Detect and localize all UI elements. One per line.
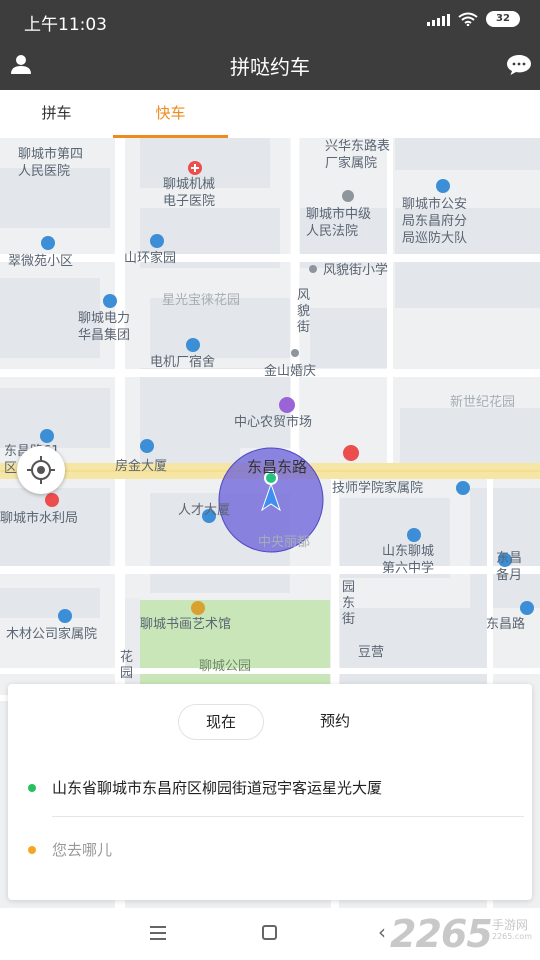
signal-icon xyxy=(427,12,450,26)
wifi-icon xyxy=(458,12,478,26)
poi-label: 星光宝徕花园 xyxy=(162,293,241,308)
status-time: 上午11:03 xyxy=(24,15,107,35)
system-nav-bar: ‹ 2265 手游网 2265.com xyxy=(0,908,540,960)
tab-express[interactable]: 快车 xyxy=(113,90,228,138)
divider xyxy=(52,816,524,817)
tab-carpool[interactable]: 拼车 xyxy=(0,90,113,138)
watermark-en: 2265.com xyxy=(492,932,532,941)
poi-label: 新世纪花园 xyxy=(450,395,516,410)
home-icon[interactable] xyxy=(262,925,277,940)
poi-label: 中心农贸市场 xyxy=(234,415,313,430)
road-label: 东昌东路 xyxy=(247,458,308,476)
poi-label: 人才大厦 xyxy=(178,503,231,518)
poi-label: 房金大厦 xyxy=(115,459,168,474)
locate-button[interactable] xyxy=(17,446,65,494)
page-title: 拼哒约车 xyxy=(230,55,310,79)
destination-dot-icon xyxy=(28,846,36,854)
poi-label: 聊城机械 电子医院 xyxy=(163,177,216,209)
poi-label: 聊城市水利局 xyxy=(0,511,79,526)
poi-label: 豆营 xyxy=(358,645,385,660)
poi-label: 聊城书画艺术馆 xyxy=(140,617,232,632)
battery-icon: 32 xyxy=(486,11,520,27)
poi-label: 聊城市公安 局东昌府分 局巡防大队 xyxy=(402,197,468,246)
crosshair-icon xyxy=(27,456,55,484)
menu-icon[interactable] xyxy=(150,926,166,940)
tab-bar: 拼车 快车 xyxy=(0,90,540,138)
reserve-button[interactable]: 预约 xyxy=(292,704,378,740)
back-icon[interactable]: ‹ xyxy=(378,920,386,944)
poi-label: 技师学院家属院 xyxy=(332,481,424,496)
poi-label: 木材公司家属院 xyxy=(6,627,98,642)
now-button[interactable]: 现在 xyxy=(178,704,264,740)
poi-label: 山环家园 xyxy=(124,251,177,266)
status-bar: 上午11:03 32 xyxy=(0,0,540,40)
poi-label: 兴华东路表 厂家属院 xyxy=(325,139,391,171)
poi-label: 东昌路 xyxy=(486,617,526,632)
poi-label: 聊城市第四 人民医院 xyxy=(18,147,84,179)
status-icons: 32 xyxy=(427,11,520,27)
poi-label: 电机厂宿舍 xyxy=(150,355,216,370)
poi-label: 聊城公园 xyxy=(199,659,252,674)
message-icon[interactable] xyxy=(506,53,532,77)
poi-label: 中央丽都 xyxy=(258,535,311,550)
street-label: 花园 xyxy=(120,650,134,681)
poi-label: 聊城电力 华昌集团 xyxy=(78,311,131,343)
street-label: 园东街 xyxy=(342,580,356,627)
watermark-cn: 手游网 xyxy=(492,918,529,932)
poi-label: 金山婚庆 xyxy=(264,364,317,379)
poi-label: 翠微苑小区 xyxy=(8,254,74,269)
origin-field[interactable]: 山东省聊城市东昌府区柳园街道冠宇客运星光大厦 xyxy=(52,777,382,798)
poi-label: 风貌街小学 xyxy=(323,263,389,278)
poi-label: 东昌 备月 xyxy=(496,551,523,583)
watermark-logo: 2265 xyxy=(390,912,493,956)
poi-label: 山东聊城 第六中学 xyxy=(382,544,435,576)
title-bar: 拼哒约车 xyxy=(0,40,540,90)
destination-field[interactable]: 您去哪儿 xyxy=(52,839,112,860)
poi-label: 聊城市中级 人民法院 xyxy=(306,207,372,239)
street-label: 风貌街 xyxy=(297,288,311,335)
origin-dot-icon xyxy=(28,784,36,792)
booking-panel: 现在 预约 山东省聊城市东昌府区柳园街道冠宇客运星光大厦 您去哪儿 xyxy=(8,684,532,900)
